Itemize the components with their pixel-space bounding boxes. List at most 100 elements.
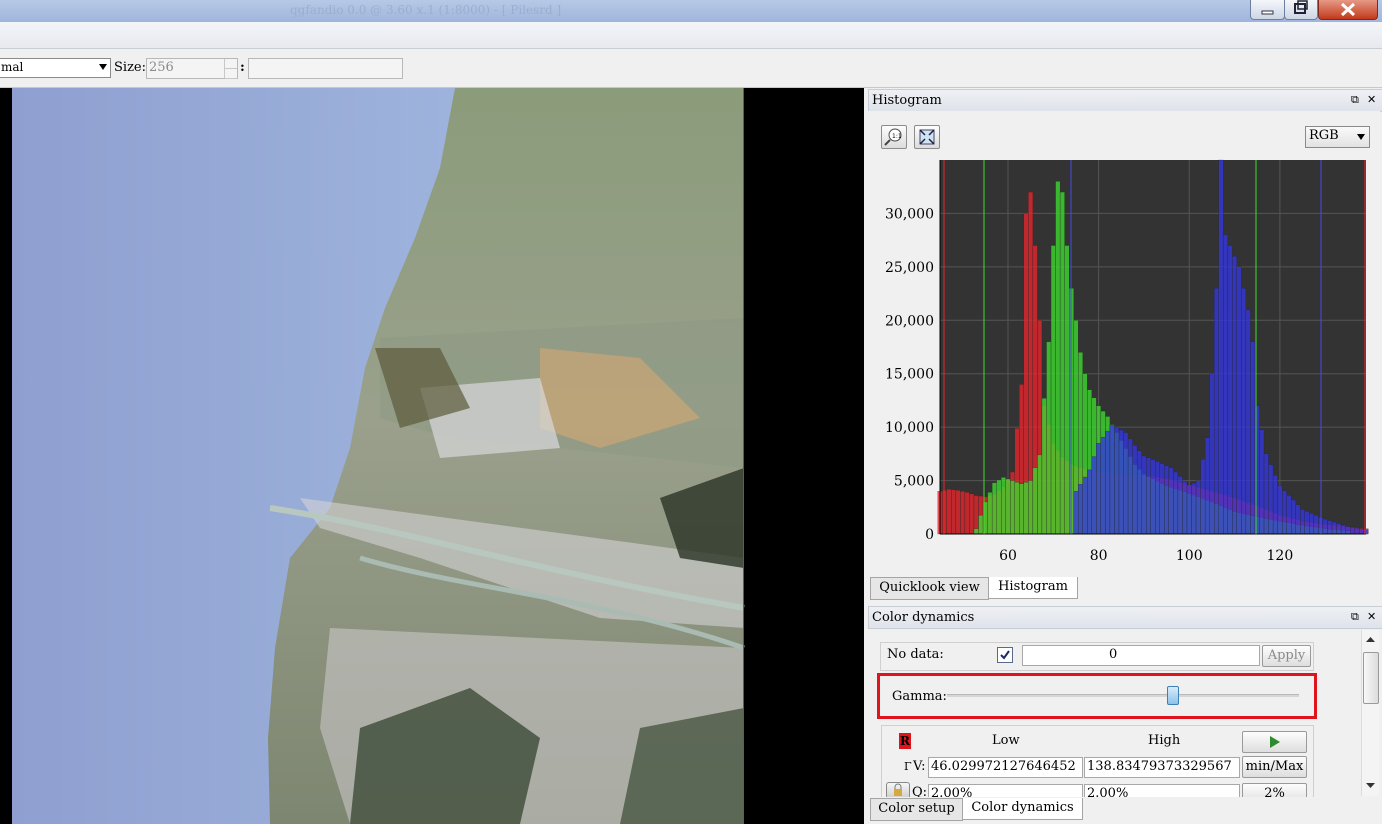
histogram-bar [1150, 459, 1156, 535]
histogram-bar [1340, 524, 1346, 535]
histogram-bar [1001, 477, 1006, 535]
close-panel-icon[interactable]: ✕ [1367, 610, 1376, 623]
v-low-value: 46.029972127646452 [931, 759, 1076, 774]
spin-buttons[interactable] [224, 59, 237, 79]
histogram-bar [1218, 159, 1224, 535]
float-panel-icon[interactable]: ⧉ [1351, 93, 1359, 107]
play-icon [1270, 736, 1280, 748]
mode-select[interactable]: mal [0, 58, 111, 78]
maximize-button[interactable] [1284, 0, 1318, 20]
image-viewer[interactable] [0, 88, 864, 824]
histogram-bar [1055, 181, 1061, 535]
spin-up-icon[interactable] [225, 59, 237, 69]
histogram-bar [996, 479, 1002, 535]
high-header: High [1148, 733, 1181, 748]
tab-quicklook-view[interactable]: Quicklook view [870, 577, 989, 600]
close-panel-icon[interactable]: ✕ [1367, 93, 1376, 106]
histogram-bar [1336, 523, 1342, 535]
histogram-panel-header: Histogram ⧉ ✕ [868, 89, 1382, 112]
y-tick-label: 10,000 [885, 420, 934, 436]
y-tick-label: 5,000 [894, 474, 934, 490]
v-high-input[interactable]: 138.83479373329567 [1084, 757, 1240, 778]
histogram-bar [942, 490, 947, 535]
float-panel-icon[interactable]: ⧉ [1351, 610, 1359, 624]
play-button[interactable] [1242, 731, 1307, 753]
satellite-image[interactable] [0, 88, 864, 824]
histogram-bar [987, 492, 993, 535]
tab-histogram[interactable]: Histogram [988, 577, 1078, 599]
histogram-bar [991, 482, 997, 535]
zoom-1to1-button[interactable]: 1:1 [881, 125, 907, 149]
x-tick-label: 120 [1267, 548, 1294, 564]
histogram-bar [1186, 485, 1192, 535]
zoom-fit-icon [919, 129, 935, 145]
histogram-bar [1041, 398, 1047, 535]
histogram-bar [1014, 482, 1020, 535]
chevron-down-icon [1357, 134, 1365, 140]
histogram-bar [973, 495, 979, 535]
scroll-down-icon[interactable] [1362, 780, 1379, 792]
x-tick-label: 80 [1090, 548, 1108, 564]
lock-icon [894, 783, 902, 796]
no-data-value: 0 [1109, 647, 1118, 662]
histogram-bar [1209, 373, 1215, 535]
restore-icon [1294, 0, 1308, 14]
histogram-bar [1032, 467, 1038, 535]
histogram-bar [1223, 234, 1228, 535]
histogram-bar [969, 493, 975, 535]
tab-color-dynamics[interactable]: Color dynamics [962, 798, 1083, 820]
histogram-bar [1155, 461, 1160, 535]
v-label: V: [913, 759, 926, 774]
apply-button[interactable]: Apply [1262, 645, 1311, 667]
colon-label: : [240, 60, 245, 75]
zoom-1to1-icon: 1:1 [884, 128, 902, 146]
gamma-slider-thumb[interactable] [1167, 686, 1180, 705]
histogram-bar [1214, 288, 1219, 535]
spin-down-icon[interactable] [225, 69, 237, 79]
channel-select[interactable]: RGB [1305, 126, 1370, 148]
no-data-value-input[interactable]: 0 [1022, 645, 1260, 666]
zoom-fit-button[interactable] [914, 125, 940, 149]
histogram-bar [1136, 450, 1142, 535]
size-spinbox[interactable]: 256 [146, 58, 238, 79]
histogram-bar [1195, 480, 1201, 535]
histogram-bar [1204, 437, 1210, 535]
histogram-bar [1241, 288, 1247, 535]
histogram-bar [1123, 432, 1129, 535]
histogram-bar [960, 491, 966, 535]
histogram-bar [1096, 443, 1102, 535]
scrollbar-thumb[interactable] [1363, 652, 1379, 704]
x-tick-label: 100 [1176, 548, 1203, 564]
v-low-input[interactable]: 46.029972127646452 [928, 757, 1083, 778]
close-button[interactable] [1318, 0, 1378, 20]
no-data-checkbox[interactable] [997, 647, 1013, 663]
histogram-bar [1168, 467, 1174, 535]
v-radio-icon[interactable]: Γ [904, 760, 912, 773]
histogram-bar [1019, 483, 1024, 535]
histogram-bar [1354, 527, 1360, 535]
minimize-button[interactable] [1250, 0, 1285, 20]
y-tick-label: 25,000 [885, 260, 934, 276]
histogram-chart: 0 5,000 10,000 15,000 20,000 25,000 30,000 60 80… [885, 159, 1369, 564]
histogram-bar [973, 528, 979, 535]
color-dynamics-scrollbar[interactable] [1361, 630, 1379, 796]
histogram-bar [1272, 475, 1278, 535]
histogram-bar [1146, 457, 1151, 535]
tab-color-setup[interactable]: Color setup [870, 798, 963, 821]
histogram-panel-title: Histogram [872, 93, 942, 108]
text-field[interactable] [248, 58, 403, 79]
color-dynamics-header: Color dynamics ⧉ ✕ [868, 606, 1382, 629]
histogram-bar [1118, 429, 1124, 535]
histogram-bar [1064, 245, 1070, 535]
histogram-bar [1127, 438, 1133, 535]
histogram-bar [1037, 454, 1043, 535]
histogram-bar [1245, 309, 1251, 535]
histogram-bar [1010, 480, 1015, 535]
histogram-bar [1141, 455, 1147, 535]
histogram-bar [1286, 495, 1292, 535]
histogram-bar [1232, 256, 1237, 535]
gamma-slider-track[interactable] [947, 694, 1299, 697]
min-max-button[interactable]: min/Max [1242, 756, 1307, 778]
scroll-up-icon[interactable] [1362, 633, 1379, 645]
size-value: 256 [149, 60, 174, 75]
